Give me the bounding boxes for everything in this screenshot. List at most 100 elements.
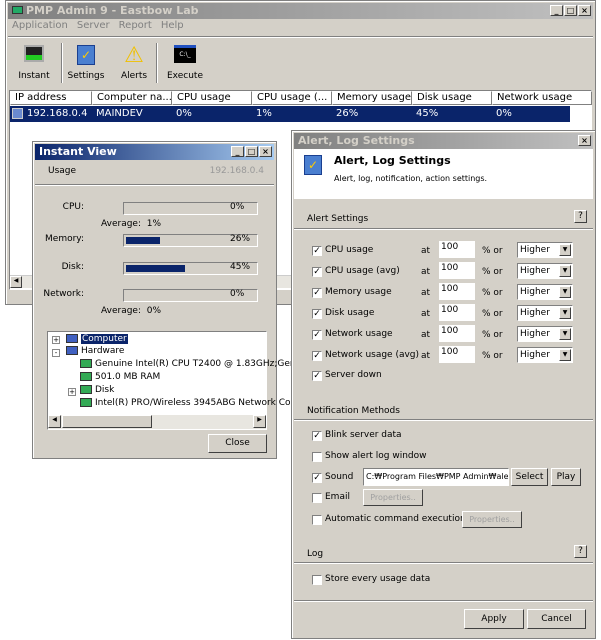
tree-node[interactable]: Hardware bbox=[66, 346, 124, 356]
notification-heading: Notification Methods bbox=[307, 406, 400, 416]
console-icon: C:\_ bbox=[174, 45, 196, 63]
rule-checkbox[interactable]: ✓ bbox=[312, 267, 322, 277]
main-title: PMP Admin 9 - Eastbow Lab bbox=[26, 4, 199, 17]
log-heading: Log bbox=[307, 549, 324, 559]
col-network[interactable]: Network usage bbox=[492, 91, 592, 105]
computer-icon bbox=[66, 334, 78, 343]
show-log-checkbox[interactable] bbox=[312, 452, 322, 462]
menu-help[interactable]: Help bbox=[161, 20, 184, 31]
menu-server[interactable]: Server bbox=[77, 20, 110, 31]
rule-mode-select[interactable]: Higher ▼ bbox=[517, 263, 573, 279]
sound-checkbox[interactable]: ✓ bbox=[312, 473, 322, 483]
metric-label: Network: bbox=[43, 289, 84, 299]
col-cpu[interactable]: CPU usage bbox=[172, 91, 252, 105]
store-usage-checkbox[interactable] bbox=[312, 575, 322, 585]
apply-button[interactable]: Apply bbox=[464, 609, 524, 629]
rule-threshold-input[interactable]: 100 bbox=[439, 304, 475, 321]
menu-report[interactable]: Report bbox=[119, 20, 152, 31]
chart-icon bbox=[24, 45, 44, 62]
app-icon bbox=[12, 6, 23, 14]
rule-threshold-input[interactable]: 100 bbox=[439, 262, 475, 279]
rule-checkbox[interactable]: ✓ bbox=[312, 330, 322, 340]
expand-icon[interactable]: + bbox=[68, 388, 76, 396]
col-cpu-avg[interactable]: CPU usage (... bbox=[252, 91, 332, 105]
close-button[interactable]: × bbox=[578, 135, 591, 146]
close-instant-button[interactable]: Close bbox=[208, 434, 267, 453]
toolbar-settings[interactable]: ✓ Settings bbox=[66, 45, 106, 81]
rule-threshold-input[interactable]: 100 bbox=[439, 241, 475, 258]
warning-icon: ⚠ bbox=[124, 43, 144, 68]
close-button[interactable]: × bbox=[259, 146, 272, 157]
hardware-tree: Computer Hardware Genuine Intel(R) CPU T… bbox=[47, 331, 294, 430]
rule-threshold-input[interactable]: 100 bbox=[439, 346, 475, 363]
col-memory[interactable]: Memory usage bbox=[332, 91, 412, 105]
metric-average: Average: 1% bbox=[101, 219, 161, 229]
chevron-down-icon: ▼ bbox=[559, 328, 571, 340]
auto-command-checkbox[interactable] bbox=[312, 515, 322, 525]
minimize-button[interactable]: _ bbox=[231, 146, 244, 157]
rule-mode-select[interactable]: Higher ▼ bbox=[517, 242, 573, 258]
col-ip[interactable]: IP address bbox=[10, 91, 92, 105]
dialog-subheading: Alert, log, notification, action setting… bbox=[334, 174, 488, 183]
ip-label: 192.168.0.4 bbox=[209, 166, 264, 176]
tree-node[interactable]: Computer bbox=[66, 334, 128, 344]
tree-scrollbar[interactable]: ◀ ▶ bbox=[48, 415, 266, 429]
table-row[interactable]: 192.168.0.4 MAINDEV 0% 1% 26% 45% 0% bbox=[10, 106, 570, 122]
rule-mode-select[interactable]: Higher ▼ bbox=[517, 347, 573, 363]
rule-threshold-input[interactable]: 100 bbox=[439, 325, 475, 342]
rule-label: CPU usage bbox=[325, 245, 374, 255]
maximize-button[interactable]: □ bbox=[564, 5, 577, 16]
maximize-button[interactable]: □ bbox=[245, 146, 258, 157]
chevron-down-icon: ▼ bbox=[559, 286, 571, 298]
tree-node[interactable]: Genuine Intel(R) CPU T2400 @ 1.83GHz;Ger bbox=[80, 359, 294, 369]
ram-icon bbox=[80, 372, 92, 381]
tree-node[interactable]: 501.0 MB RAM bbox=[80, 372, 160, 382]
toolbar-execute[interactable]: C:\_ Execute bbox=[163, 45, 207, 81]
rule-checkbox[interactable]: ✓ bbox=[312, 351, 322, 361]
email-properties-button[interactable]: Properties.. bbox=[363, 489, 423, 506]
alert-settings-heading: Alert Settings bbox=[307, 214, 369, 224]
col-disk[interactable]: Disk usage bbox=[412, 91, 492, 105]
rule-threshold-input[interactable]: 100 bbox=[439, 283, 475, 300]
server-down-checkbox[interactable]: ✓ bbox=[312, 371, 322, 381]
play-sound-button[interactable]: Play bbox=[551, 468, 581, 486]
log-help-button[interactable]: ? bbox=[574, 545, 587, 558]
dialog-heading: Alert, Log Settings bbox=[334, 154, 451, 167]
tree-node[interactable]: Disk bbox=[80, 385, 114, 395]
toolbar-alerts[interactable]: ⚠ Alerts bbox=[114, 43, 154, 82]
rule-checkbox[interactable]: ✓ bbox=[312, 288, 322, 298]
toolbar-instant[interactable]: Instant bbox=[14, 45, 54, 81]
expand-icon[interactable]: + bbox=[52, 336, 60, 344]
collapse-icon[interactable]: - bbox=[52, 349, 60, 357]
menu-bar: Application Server Report Help bbox=[12, 20, 184, 31]
rule-mode-select[interactable]: Higher ▼ bbox=[517, 284, 573, 300]
rule-label: Network usage (avg) bbox=[325, 350, 420, 360]
computer-icon bbox=[66, 346, 78, 355]
metric-label: Disk: bbox=[61, 262, 84, 272]
instant-view-window: Instant View _ □ × Usage 192.168.0.4 CPU… bbox=[32, 141, 294, 459]
rule-mode-select[interactable]: Higher ▼ bbox=[517, 326, 573, 342]
chevron-down-icon: ▼ bbox=[559, 307, 571, 319]
tree-node[interactable]: Intel(R) PRO/Wireless 3945ABG Network Co bbox=[80, 398, 291, 408]
close-button[interactable]: × bbox=[578, 5, 591, 16]
chevron-down-icon: ▼ bbox=[559, 349, 571, 361]
chevron-down-icon: ▼ bbox=[559, 265, 571, 277]
select-sound-button[interactable]: Select bbox=[511, 468, 548, 486]
email-checkbox[interactable] bbox=[312, 493, 322, 503]
sound-path-input[interactable]: C:₩Program Files₩PMP Admin₩ale bbox=[363, 468, 509, 486]
metric-average: Average: 0% bbox=[101, 306, 161, 316]
rule-checkbox[interactable]: ✓ bbox=[312, 309, 322, 319]
rule-label: CPU usage (avg) bbox=[325, 266, 400, 276]
rule-mode-select[interactable]: Higher ▼ bbox=[517, 305, 573, 321]
command-properties-button[interactable]: Properties.. bbox=[462, 511, 522, 528]
col-computer[interactable]: Computer na... bbox=[92, 91, 172, 105]
settings-icon: ✓ bbox=[304, 155, 322, 175]
menu-application[interactable]: Application bbox=[12, 20, 68, 31]
alert-title-bar: Alert, Log Settings × bbox=[294, 133, 593, 149]
metric-label: CPU: bbox=[62, 202, 84, 212]
rule-checkbox[interactable]: ✓ bbox=[312, 246, 322, 256]
blink-checkbox[interactable]: ✓ bbox=[312, 431, 322, 441]
minimize-button[interactable]: _ bbox=[550, 5, 563, 16]
cancel-button[interactable]: Cancel bbox=[527, 609, 586, 629]
help-button[interactable]: ? bbox=[574, 210, 587, 223]
